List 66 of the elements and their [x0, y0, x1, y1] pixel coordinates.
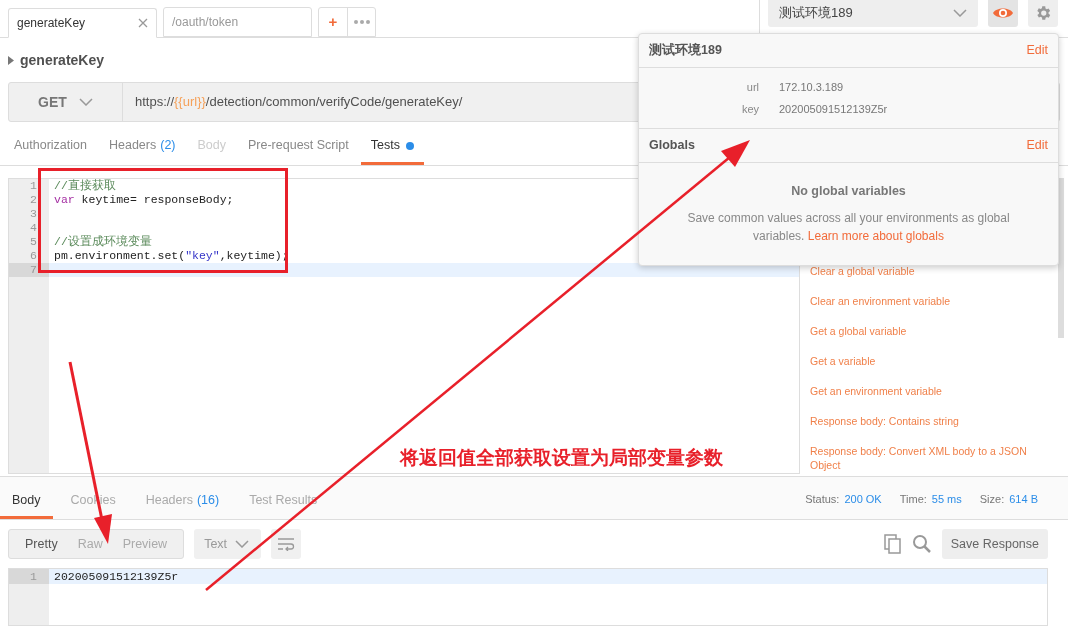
request-tab[interactable]: /oauth/token — [163, 7, 312, 37]
response-tab[interactable]: Headers (16) — [133, 485, 232, 519]
view-mode-option[interactable]: Preview — [112, 530, 178, 558]
method-dropdown[interactable]: GET — [9, 83, 123, 121]
chevron-down-icon — [953, 9, 967, 17]
view-mode-option[interactable]: Pretty — [15, 530, 68, 558]
globals-title: Globals — [649, 137, 695, 155]
line-number: 6 — [9, 249, 49, 263]
response-text: 202005091512139Z5r — [53, 569, 179, 584]
search-icon[interactable] — [911, 534, 932, 554]
edit-link[interactable]: Edit — [1026, 41, 1048, 60]
editor-gutter — [9, 584, 49, 625]
status-label: Size: — [979, 491, 1005, 507]
code-line: var keytime= responseBody; — [53, 193, 234, 207]
snippet-link[interactable]: Clear a global variable — [810, 264, 1030, 278]
settings-icon[interactable] — [1028, 0, 1058, 27]
section-tab[interactable]: Pre-request Script — [238, 129, 359, 165]
snippet-link[interactable]: Response body: Contains string — [810, 414, 1030, 428]
status-label: Status: — [805, 491, 840, 507]
empty-state-text: Save common values across all your environments as global variables. Learn more about globals — [686, 209, 1011, 245]
section-tab[interactable]: Headers (2) — [98, 129, 186, 165]
request-tab[interactable]: generateKey — [8, 8, 157, 38]
line-number: 4 — [9, 221, 49, 235]
caret-right-icon[interactable] — [8, 55, 14, 65]
save-response-button[interactable]: Save Response — [941, 529, 1048, 559]
line-number: 7 — [9, 263, 49, 277]
section-tab[interactable]: Tests — [360, 129, 424, 165]
variable-value: 202005091512139Z5r — [779, 102, 888, 117]
code-line: //直接获取 — [53, 179, 116, 193]
annotation-text: 将返回值全部获取设置为局部变量参数 — [400, 445, 723, 470]
line-number: 3 — [9, 207, 49, 221]
status-value: 55 ms — [931, 491, 962, 507]
code-line: //设置成环境变量 — [53, 235, 152, 249]
status-value: 614 B — [1009, 491, 1038, 507]
response-tab[interactable]: Body — [0, 485, 53, 519]
snippet-link[interactable]: Clear an environment variable — [810, 294, 1030, 308]
code-line: pm.environment.set("key",keytime); — [53, 249, 289, 263]
snippet-link[interactable]: Get a variable — [810, 354, 1030, 368]
status-label: Time: — [899, 491, 927, 507]
edit-link[interactable]: Edit — [1026, 136, 1048, 155]
status-value: 200 OK — [844, 491, 882, 507]
line-number: 1 — [9, 179, 49, 193]
close-icon[interactable] — [138, 18, 148, 28]
chevron-down-icon — [78, 98, 93, 106]
empty-state-title: No global variables — [791, 183, 906, 200]
snippet-link[interactable]: Get a global variable — [810, 324, 1030, 338]
format-dropdown[interactable]: Text — [194, 529, 262, 559]
request-title: generateKey — [20, 50, 105, 70]
snippet-link[interactable]: Get an environment variable — [810, 384, 1030, 398]
line-number: 1 — [9, 569, 49, 584]
snippet-link[interactable]: Response body: Convert XML body to a JSON Object — [810, 444, 1030, 472]
chevron-down-icon — [235, 540, 250, 548]
variable-value: 172.10.3.189 — [779, 80, 844, 95]
variable-name: key — [740, 102, 759, 117]
view-mode-option[interactable]: Raw — [67, 530, 113, 558]
eye-icon[interactable] — [988, 0, 1018, 27]
environment-title: 测试环境189 — [649, 42, 722, 60]
section-tab[interactable]: Authorization — [4, 129, 97, 165]
copy-icon[interactable] — [883, 534, 902, 554]
variable-name: url — [745, 80, 759, 95]
wrap-icon[interactable] — [271, 529, 302, 559]
learn-more-link[interactable]: Learn more about globals — [807, 228, 944, 243]
environment-dropdown[interactable]: 测试环境189 — [768, 0, 978, 27]
line-number: 5 — [9, 235, 49, 249]
line-number: 2 — [9, 193, 49, 207]
scrollbar[interactable] — [1058, 178, 1064, 338]
